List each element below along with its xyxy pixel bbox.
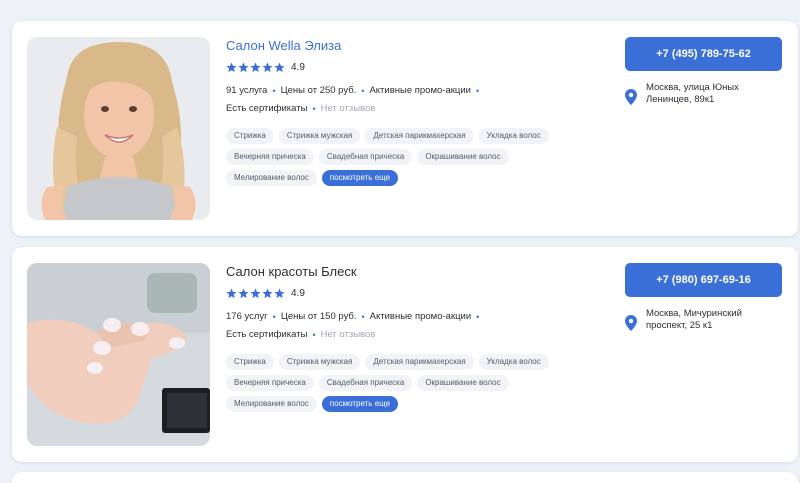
woman-portrait-photo: [27, 37, 210, 220]
star-icon: [226, 287, 237, 299]
promo-label: Активные промо-акции: [369, 85, 471, 96]
separator-dot: •: [476, 312, 480, 322]
salon-meta: 91 услуга • Цены от 250 руб. • Активные …: [226, 84, 606, 116]
star-icon: [274, 287, 285, 299]
salon-photo[interactable]: [27, 37, 210, 220]
show-more-button[interactable]: посмотреть еще: [321, 396, 399, 412]
separator-dot: •: [272, 86, 276, 96]
rating-stars: [226, 287, 285, 299]
services-count: 91 услуга: [226, 85, 268, 96]
service-tags: Стрижка Стрижка мужская Детская парикмах…: [226, 128, 596, 186]
manicure-hand-photo: [27, 263, 210, 446]
price-from: Цены от 150 руб.: [280, 311, 357, 322]
promo-label: Активные промо-акции: [369, 311, 472, 322]
salon-card[interactable]: [12, 472, 798, 483]
service-tag[interactable]: Вечерняя прическа: [226, 149, 314, 165]
rating-value: 4.9: [291, 61, 305, 73]
address-text: Москва, улица Юных Ленинцев, 89к1: [646, 82, 739, 105]
rating: 4.9: [226, 286, 606, 300]
star-icon: [238, 287, 249, 299]
service-tag[interactable]: Свадебная прическа: [318, 149, 413, 165]
service-tag[interactable]: Стрижка: [226, 354, 274, 370]
service-tag[interactable]: Окрашивание волос: [417, 375, 509, 391]
service-tag[interactable]: Стрижка мужская: [278, 128, 361, 144]
rating-value: 4.9: [291, 287, 305, 299]
address-text: Москва, Мичуринский проспект, 25 к1: [646, 308, 742, 331]
service-tag[interactable]: Детская парикмахерская: [365, 128, 474, 144]
star-icon: [238, 61, 249, 73]
service-tag[interactable]: Мелирование волос: [226, 170, 317, 186]
star-icon: [262, 61, 273, 73]
separator-dot: •: [312, 104, 316, 114]
salon-card[interactable]: Салон красоты Блеск 4.9 176 услуг • Цены…: [12, 247, 798, 462]
service-tag[interactable]: Свадебная прическа: [318, 375, 413, 391]
service-tag[interactable]: Укладка волос: [478, 128, 549, 144]
separator-dot: •: [272, 312, 276, 322]
salon-meta: 176 услуг • Цены от 150 руб. • Активные …: [226, 310, 606, 342]
address: Москва, улица Юных Ленинцев, 89к1: [625, 82, 785, 106]
certificates-label: Есть сертификаты: [226, 103, 308, 114]
star-icon: [274, 61, 285, 73]
location-pin-icon: [625, 315, 637, 331]
rating-stars: [226, 61, 285, 73]
service-tags: Стрижка Стрижка мужская Детская парикмах…: [226, 354, 596, 412]
location-pin-icon: [625, 89, 637, 105]
service-tag[interactable]: Мелирование волос: [226, 396, 317, 412]
separator-dot: •: [361, 312, 365, 322]
salon-name-link[interactable]: Салон Wella Элиза: [226, 38, 606, 54]
separator-dot: •: [312, 330, 316, 340]
separator-dot: •: [361, 86, 365, 96]
star-icon: [262, 287, 273, 299]
phone-button[interactable]: +7 (495) 789-75-62: [625, 37, 782, 71]
separator-dot: •: [475, 86, 480, 96]
phone-button[interactable]: +7 (980) 697-69-16: [625, 263, 782, 297]
salon-card[interactable]: Салон Wella Элиза 4.9 91 услуга • Цены о…: [12, 21, 798, 236]
service-tag[interactable]: Вечерняя прическа: [226, 375, 314, 391]
reviews-label: Нет отзывов: [320, 329, 376, 340]
star-icon: [250, 287, 261, 299]
service-tag[interactable]: Стрижка: [226, 128, 274, 144]
certificates-label: Есть сертификаты: [226, 329, 308, 340]
rating: 4.9: [226, 60, 606, 74]
service-tag[interactable]: Окрашивание волос: [417, 149, 509, 165]
service-tag[interactable]: Детская парикмахерская: [365, 354, 474, 370]
services-count: 176 услуг: [226, 311, 268, 322]
salon-photo[interactable]: [27, 263, 210, 446]
service-tag[interactable]: Укладка волос: [478, 354, 549, 370]
show-more-button[interactable]: посмотреть еще: [321, 170, 399, 186]
price-from: Цены от 250 руб.: [280, 85, 357, 96]
salon-name-link[interactable]: Салон красоты Блеск: [226, 264, 606, 280]
star-icon: [226, 61, 237, 73]
service-tag[interactable]: Стрижка мужская: [278, 354, 361, 370]
star-icon: [250, 61, 261, 73]
address: Москва, Мичуринский проспект, 25 к1: [625, 308, 785, 332]
reviews-label: Нет отзывов: [320, 103, 376, 114]
